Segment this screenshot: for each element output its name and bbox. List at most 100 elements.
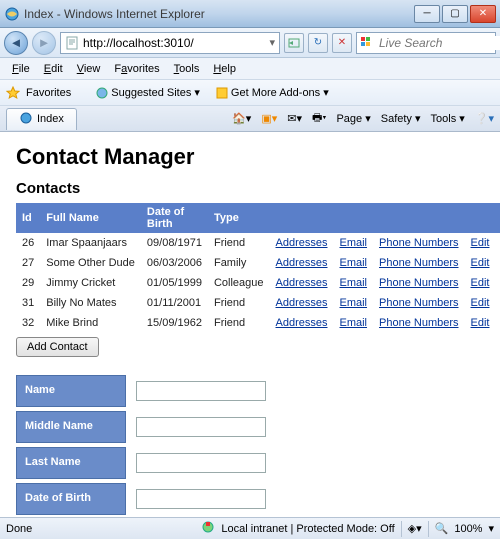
link-email[interactable]: Email [340, 237, 368, 249]
cell-type: Colleague [208, 273, 270, 293]
cell-id: 27 [16, 253, 40, 273]
input-name[interactable] [136, 381, 266, 401]
cell-name: Billy No Mates [40, 293, 141, 313]
url-input[interactable] [83, 34, 265, 52]
status-unknown-icon[interactable]: ◈▾ [408, 522, 422, 535]
link-addresses[interactable]: Addresses [276, 277, 328, 289]
link-email[interactable]: Email [340, 297, 368, 309]
cell-id: 31 [16, 293, 40, 313]
status-done: Done [6, 523, 32, 535]
suggested-sites-link[interactable]: Suggested Sites ▾ [91, 84, 205, 101]
menu-edit[interactable]: Edit [38, 61, 69, 77]
minimize-button[interactable]: ─ [414, 5, 440, 23]
link-email[interactable]: Email [340, 257, 368, 269]
link-phones[interactable]: Phone Numbers [379, 317, 459, 329]
contact-form: Name Middle Name Last Name Date of Birth… [16, 375, 484, 517]
maximize-button[interactable]: ▢ [442, 5, 468, 23]
command-bar: 🏠▾ ▣▾ ✉▾ 🖶▾ Page ▾ Safety ▾ Tools ▾ ❔▾ [232, 109, 494, 128]
cell-id: 26 [16, 233, 40, 253]
mail-button[interactable]: ✉▾ [287, 112, 302, 125]
table-row: 32Mike Brind15/09/1962FriendAddressesEma… [16, 313, 500, 333]
tools-menu[interactable]: Tools ▾ [431, 112, 465, 125]
link-edit[interactable]: Edit [471, 257, 490, 269]
address-bar[interactable]: ▾ [60, 32, 280, 54]
cell-type: Family [208, 253, 270, 273]
link-email[interactable]: Email [340, 317, 368, 329]
link-edit[interactable]: Edit [471, 317, 490, 329]
zoom-dropdown[interactable]: ▾ [488, 522, 494, 535]
page-menu[interactable]: Page ▾ [336, 112, 370, 125]
cell-id: 32 [16, 313, 40, 333]
page-heading: Contact Manager [16, 144, 484, 170]
page-subheading: Contacts [16, 180, 484, 197]
link-addresses[interactable]: Addresses [276, 317, 328, 329]
menu-file[interactable]: File [6, 61, 36, 77]
link-phones[interactable]: Phone Numbers [379, 297, 459, 309]
stop-button[interactable]: ✕ [332, 33, 352, 53]
link-phones[interactable]: Phone Numbers [379, 237, 459, 249]
cell-dob: 15/09/1962 [141, 313, 208, 333]
print-button[interactable]: 🖶▾ [312, 109, 326, 128]
search-provider-icon [361, 34, 375, 51]
link-addresses[interactable]: Addresses [276, 237, 328, 249]
tab-title: Index [37, 113, 64, 125]
menu-bar: File Edit View Favorites Tools Help [0, 58, 500, 80]
get-addons-link[interactable]: Get More Add-ons ▾ [211, 84, 334, 101]
feeds-button[interactable]: ▣▾ [261, 112, 277, 125]
link-phones[interactable]: Phone Numbers [379, 257, 459, 269]
label-dob: Date of Birth [16, 483, 126, 515]
label-name: Name [16, 375, 126, 407]
tab-page-icon [19, 111, 33, 128]
input-last[interactable] [136, 453, 266, 473]
table-row: 27Some Other Dude06/03/2006FamilyAddress… [16, 253, 500, 273]
link-addresses[interactable]: Addresses [276, 297, 328, 309]
navigation-bar: ◄ ► ▾ ↻ ✕ 🔍 [0, 28, 500, 58]
back-button[interactable]: ◄ [4, 31, 28, 55]
cell-name: Some Other Dude [40, 253, 141, 273]
link-edit[interactable]: Edit [471, 237, 490, 249]
link-phones[interactable]: Phone Numbers [379, 277, 459, 289]
link-addresses[interactable]: Addresses [276, 257, 328, 269]
page-icon [65, 36, 79, 50]
label-last: Last Name [16, 447, 126, 479]
menu-help[interactable]: Help [207, 61, 242, 77]
link-email[interactable]: Email [340, 277, 368, 289]
cell-id: 29 [16, 273, 40, 293]
dropdown-icon[interactable]: ▾ [269, 36, 275, 49]
tab-index[interactable]: Index [6, 108, 77, 130]
close-button[interactable]: ✕ [470, 5, 496, 23]
menu-tools[interactable]: Tools [168, 61, 206, 77]
label-middle: Middle Name [16, 411, 126, 443]
favorites-label[interactable]: Favorites [26, 87, 71, 99]
safety-menu[interactable]: Safety ▾ [381, 112, 421, 125]
search-box[interactable]: 🔍 [356, 32, 496, 54]
menu-favorites[interactable]: Favorites [108, 61, 165, 77]
cell-dob: 09/08/1971 [141, 233, 208, 253]
col-type: Type [208, 203, 270, 233]
zone-icon [201, 520, 215, 537]
zoom-icon[interactable]: 🔍 [435, 522, 449, 535]
input-middle[interactable] [136, 417, 266, 437]
search-input[interactable] [379, 36, 500, 50]
status-bar: Done Local intranet | Protected Mode: Of… [0, 517, 500, 539]
input-dob[interactable] [136, 489, 266, 509]
help-button[interactable]: ❔▾ [475, 112, 494, 125]
table-row: 31Billy No Mates01/11/2001FriendAddresse… [16, 293, 500, 313]
refresh-button[interactable]: ↻ [308, 33, 328, 53]
zoom-level: 100% [454, 523, 482, 535]
link-edit[interactable]: Edit [471, 277, 490, 289]
add-contact-button[interactable]: Add Contact [16, 337, 99, 357]
contacts-table: Id Full Name Date of Birth Type 26Imar S… [16, 203, 500, 333]
cell-dob: 01/11/2001 [141, 293, 208, 313]
cell-dob: 01/05/1999 [141, 273, 208, 293]
col-fullname: Full Name [40, 203, 141, 233]
menu-view[interactable]: View [71, 61, 107, 77]
window-title: Index - Windows Internet Explorer [24, 7, 414, 21]
forward-button[interactable]: ► [32, 31, 56, 55]
page-content: Contact Manager Contacts Id Full Name Da… [0, 132, 500, 517]
status-zone: Local intranet | Protected Mode: Off [221, 523, 394, 535]
link-edit[interactable]: Edit [471, 297, 490, 309]
home-button[interactable]: 🏠▾ [232, 112, 251, 125]
compat-button[interactable] [284, 33, 304, 53]
table-row: 26Imar Spaanjaars09/08/1971FriendAddress… [16, 233, 500, 253]
